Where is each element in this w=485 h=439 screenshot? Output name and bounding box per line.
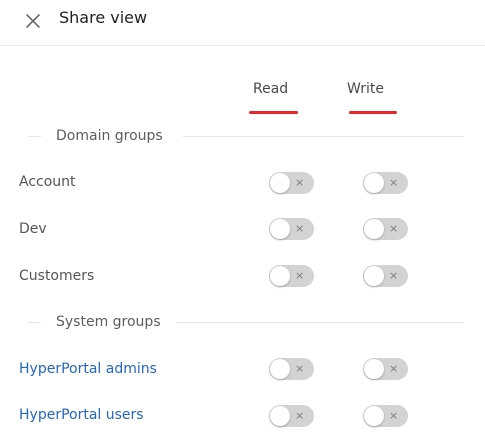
- section-label: System groups: [56, 314, 161, 330]
- toggle-customers-read[interactable]: ×: [269, 265, 314, 287]
- toggle-off-icon: ×: [389, 176, 399, 189]
- section-divider-right: [183, 136, 464, 137]
- toggle-account-write[interactable]: ×: [363, 172, 408, 194]
- toggle-knob: [364, 266, 384, 286]
- toggle-hyperportal-admins-write[interactable]: ×: [363, 358, 408, 380]
- section-divider-left: [28, 136, 41, 137]
- row-link-hyperportal-admins[interactable]: HyperPortal admins: [19, 360, 157, 378]
- section-domain-groups: Domain groups: [28, 126, 464, 146]
- section-divider-right: [176, 322, 464, 323]
- close-icon[interactable]: [23, 11, 43, 31]
- toggle-hyperportal-users-write[interactable]: ×: [363, 405, 408, 427]
- toggle-knob: [270, 219, 290, 239]
- toggle-off-icon: ×: [295, 409, 305, 422]
- dialog-header: Share view: [0, 0, 485, 46]
- toggle-knob: [270, 266, 290, 286]
- toggle-knob: [364, 359, 384, 379]
- read-column-header: Read: [253, 81, 289, 97]
- toggle-account-read[interactable]: ×: [269, 172, 314, 194]
- toggle-knob: [364, 406, 384, 426]
- section-label: Domain groups: [56, 128, 163, 144]
- toggle-off-icon: ×: [389, 222, 399, 235]
- toggle-hyperportal-users-read[interactable]: ×: [269, 405, 314, 427]
- toggle-knob: [270, 173, 290, 193]
- toggle-knob: [364, 173, 384, 193]
- toggle-off-icon: ×: [295, 269, 305, 282]
- share-view-dialog: Share view Read Write Domain groups Acco…: [0, 0, 485, 439]
- dialog-title: Share view: [59, 8, 148, 27]
- toggle-dev-write[interactable]: ×: [363, 218, 408, 240]
- toggle-off-icon: ×: [295, 176, 305, 189]
- toggle-off-icon: ×: [389, 362, 399, 375]
- toggle-off-icon: ×: [389, 409, 399, 422]
- toggle-knob: [270, 406, 290, 426]
- toggle-off-icon: ×: [295, 222, 305, 235]
- toggle-knob: [364, 219, 384, 239]
- section-divider-left: [28, 322, 41, 323]
- write-column-header: Write: [347, 81, 384, 97]
- row-label-customers: Customers: [19, 268, 95, 284]
- toggle-hyperportal-admins-read[interactable]: ×: [269, 358, 314, 380]
- write-underline: [349, 111, 397, 114]
- row-label-account: Account: [19, 174, 76, 190]
- toggle-dev-read[interactable]: ×: [269, 218, 314, 240]
- row-link-hyperportal-users[interactable]: HyperPortal users: [19, 406, 144, 424]
- toggle-knob: [270, 359, 290, 379]
- read-underline: [249, 111, 298, 114]
- toggle-off-icon: ×: [389, 269, 399, 282]
- section-system-groups: System groups: [28, 312, 464, 332]
- toggle-off-icon: ×: [295, 362, 305, 375]
- row-label-dev: Dev: [19, 221, 47, 237]
- toggle-customers-write[interactable]: ×: [363, 265, 408, 287]
